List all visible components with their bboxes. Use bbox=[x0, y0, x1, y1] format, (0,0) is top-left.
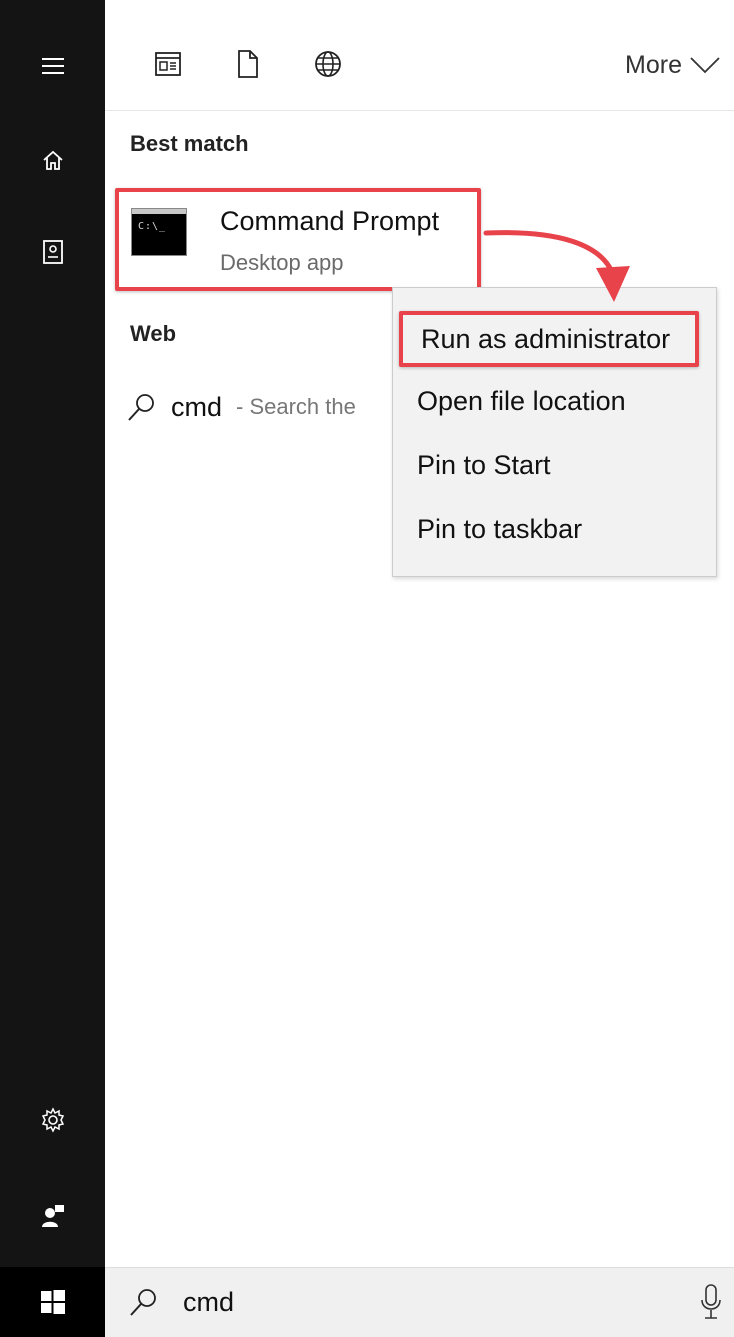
menu-item-open-file-location[interactable]: Open file location bbox=[393, 373, 716, 429]
search-results-pane: More Best match C:\_ Command Prompt Desk… bbox=[105, 0, 734, 1267]
more-filters-button[interactable]: More bbox=[625, 48, 720, 82]
web-filter-icon[interactable] bbox=[308, 44, 348, 84]
chevron-down-icon bbox=[690, 57, 720, 74]
filter-toolbar: More bbox=[105, 0, 734, 111]
web-search-result[interactable]: cmd - Search the bbox=[127, 382, 397, 432]
search-icon bbox=[130, 1289, 156, 1316]
more-label: More bbox=[625, 50, 682, 79]
home-icon[interactable] bbox=[0, 140, 105, 180]
best-match-result[interactable]: C:\_ Command Prompt Desktop app bbox=[115, 188, 481, 291]
web-result-hint: - Search the bbox=[236, 394, 356, 419]
best-match-title: Command Prompt bbox=[220, 206, 440, 236]
context-menu: Run as administrator Open file location … bbox=[392, 287, 717, 577]
web-result-query: cmd bbox=[171, 391, 223, 422]
command-prompt-icon: C:\_ bbox=[131, 208, 187, 256]
left-rail bbox=[0, 0, 105, 1337]
menu-item-pin-to-taskbar[interactable]: Pin to taskbar bbox=[393, 501, 716, 557]
menu-item-pin-to-start[interactable]: Pin to Start bbox=[393, 437, 716, 493]
windows-start-icon[interactable] bbox=[0, 1267, 105, 1337]
hamburger-menu-icon[interactable] bbox=[0, 46, 105, 86]
notebook-icon[interactable] bbox=[0, 232, 105, 272]
web-heading: Web bbox=[130, 321, 177, 346]
best-match-subtitle: Desktop app bbox=[220, 250, 344, 275]
taskbar-search-box[interactable] bbox=[105, 1267, 734, 1337]
search-icon bbox=[128, 394, 154, 421]
best-match-heading: Best match bbox=[130, 131, 249, 156]
menu-item-run-as-administrator[interactable]: Run as administrator bbox=[399, 311, 699, 367]
command-prompt-icon-text: C:\_ bbox=[138, 221, 167, 232]
search-input[interactable] bbox=[183, 1280, 653, 1324]
microphone-icon[interactable] bbox=[700, 1284, 722, 1320]
documents-filter-icon[interactable] bbox=[228, 44, 268, 84]
settings-gear-icon[interactable] bbox=[0, 1100, 105, 1140]
feedback-user-icon[interactable] bbox=[0, 1196, 105, 1236]
apps-filter-icon[interactable] bbox=[148, 44, 188, 84]
